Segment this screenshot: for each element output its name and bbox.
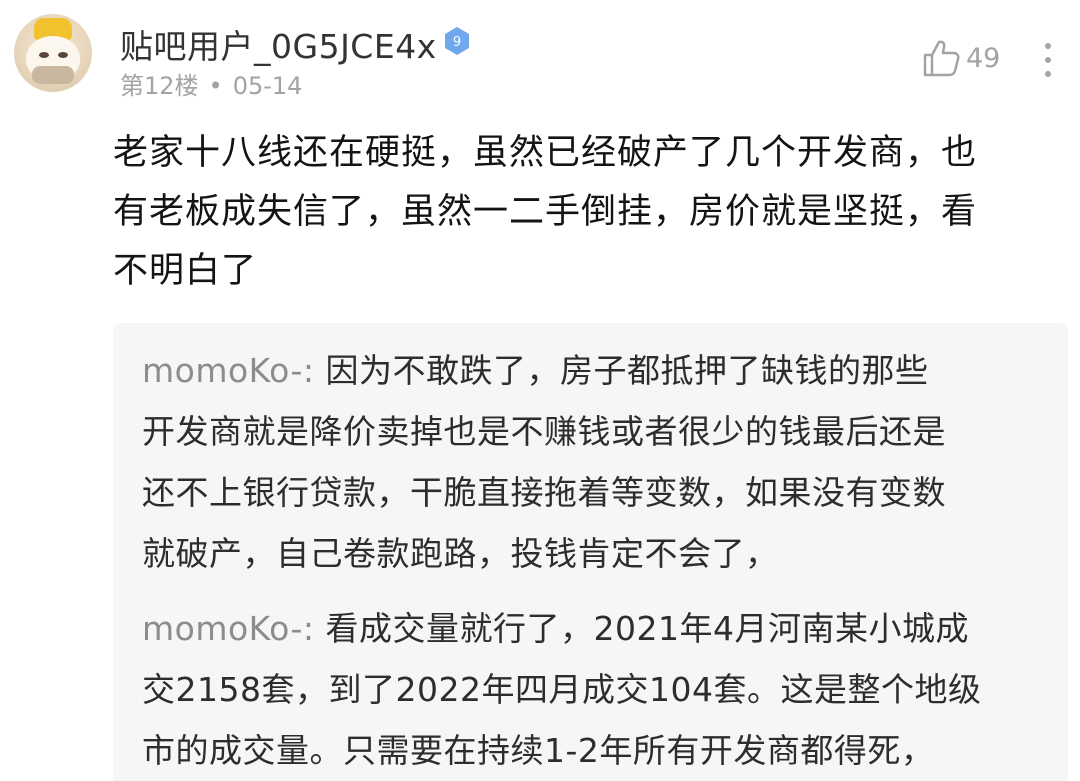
sub-reply-author[interactable]: momoKo-:: [142, 609, 315, 648]
like-count: 49: [966, 42, 1001, 74]
sub-reply-first-line: momoKo-: 看成交量就行了，2021年4月河南某小城成: [142, 598, 1062, 659]
content-line: 老家十八线还在硬挺，虽然已经破产了几个开发商，也: [113, 133, 978, 173]
like-button[interactable]: 49: [922, 38, 1000, 78]
tieba-post-floor: 贴吧用户_0G5JCE4x 9 第12楼 • 05-14 49 老家十八线还在硬挺，…: [0, 0, 1080, 781]
sub-reply[interactable]: momoKo-: 因为不敢跌了，房子都抵押了缺钱的那些 开发商就是降价卖掉也是不…: [142, 340, 1062, 584]
sub-reply-first-line: momoKo-: 因为不敢跌了，房子都抵押了缺钱的那些: [142, 340, 1062, 401]
sub-reply[interactable]: momoKo-: 看成交量就行了，2021年4月河南某小城成 交2158套，到了…: [142, 598, 1062, 781]
sub-reply-line: 交2158套，到了2022年四月成交104套。这是整个地级: [142, 670, 982, 709]
avatar-hands: [32, 66, 74, 84]
level-badge-icon: 9: [445, 27, 469, 55]
avatar-eye-left: [39, 52, 49, 58]
post-content: 老家十八线还在硬挺，虽然已经破产了几个开发商，也 有老板成失信了，虽然一二手倒挂…: [113, 124, 1063, 301]
sub-reply-line: 开发商就是降价卖掉也是不赚钱或者很少的钱最后还是: [142, 412, 946, 451]
vertical-ellipsis-icon[interactable]: [1040, 40, 1056, 80]
sub-reply-line: 就破产，自己卷款跑路，投钱肯定不会了，: [142, 534, 779, 573]
sub-reply-line: 市的成交量。只需要在持续1-2年所有开发商都得死，: [142, 731, 935, 770]
level-number: 9: [453, 35, 461, 50]
username-link[interactable]: 贴吧用户_0G5JCE4x: [120, 20, 437, 68]
meta-separator: •: [208, 72, 223, 100]
sub-reply-author[interactable]: momoKo-:: [142, 351, 315, 390]
avatar-eye-right: [58, 52, 68, 58]
content-line: 不明白了: [113, 251, 258, 291]
user-avatar[interactable]: [14, 14, 92, 92]
post-date: 05-14: [232, 72, 303, 100]
sub-reply-line: 还不上银行贷款，干脆直接拖着等变数，如果没有变数: [142, 473, 946, 512]
sub-reply-text: 看成交量就行了，2021年4月河南某小城成: [325, 609, 969, 648]
post-meta: 第12楼 • 05-14: [120, 66, 302, 101]
content-line: 有老板成失信了，虽然一二手倒挂，房价就是坚挺，看: [113, 192, 978, 232]
thumbs-up-icon: [923, 40, 960, 77]
floor-number: 第12楼: [120, 72, 199, 100]
sub-reply-text: 因为不敢跌了，房子都抵押了缺钱的那些: [325, 351, 929, 390]
